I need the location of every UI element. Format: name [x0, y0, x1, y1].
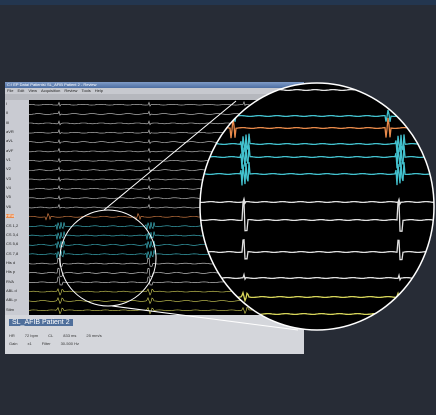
magnified-view	[199, 82, 435, 331]
zoom-source-circle	[59, 209, 157, 307]
screenshot-canvas: C:\ EP Data\ Patients\ SL_AFIB Patient 2…	[0, 0, 436, 415]
